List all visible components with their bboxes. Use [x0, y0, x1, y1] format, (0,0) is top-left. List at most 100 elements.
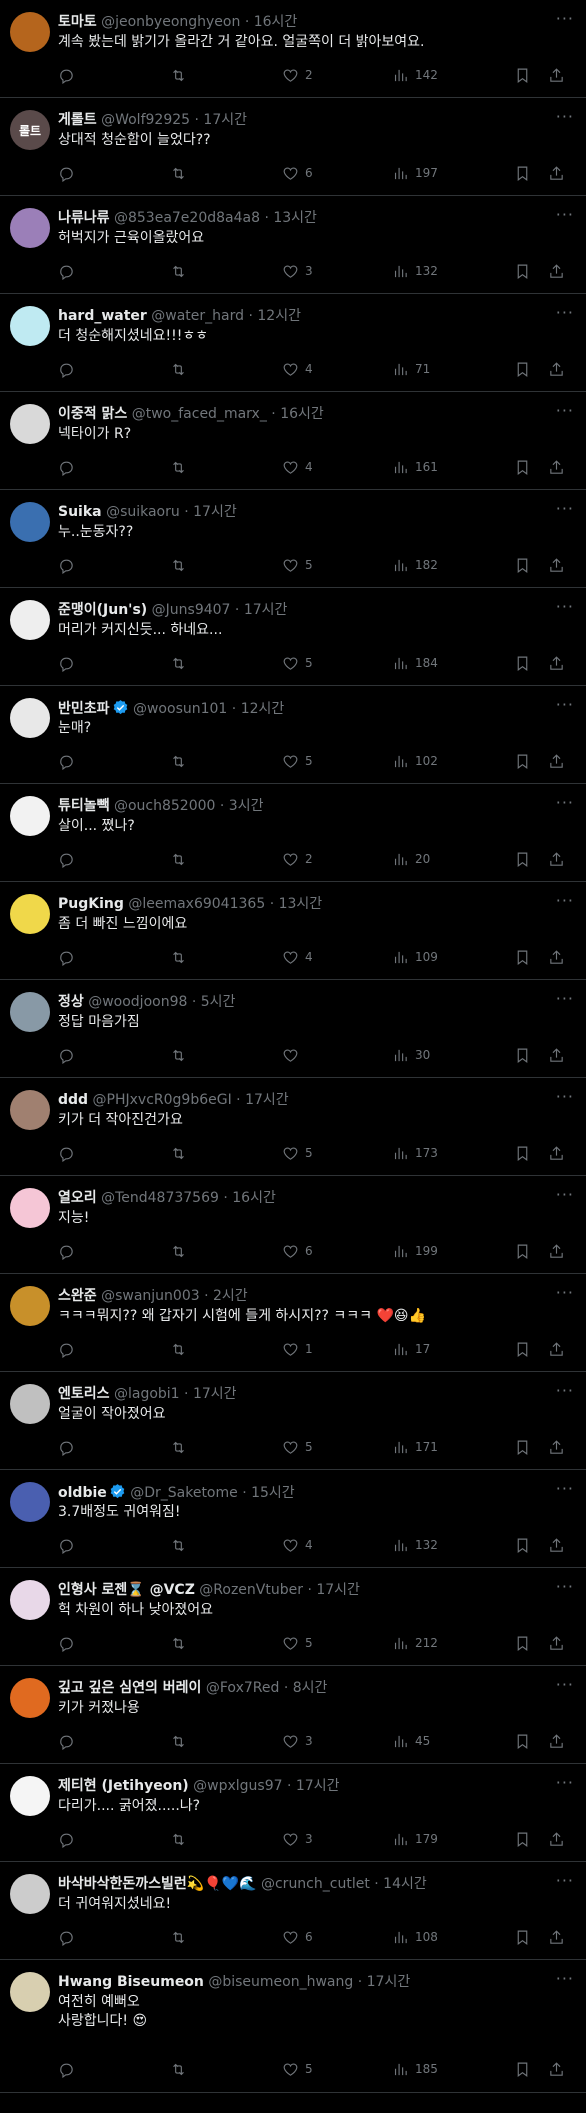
like-button[interactable]: 6 [282, 165, 392, 182]
like-button[interactable]: 5 [282, 655, 392, 672]
timestamp[interactable]: 16시간 [254, 14, 298, 30]
avatar[interactable] [10, 1188, 50, 1228]
user-handle[interactable]: @Wolf92925 [101, 112, 190, 128]
reply-tweet[interactable]: hard_water @water_hard · 12시간 ··· 더 청순해지… [0, 294, 586, 392]
share-button[interactable] [548, 1929, 570, 1946]
timestamp[interactable]: 17시간 [296, 1778, 340, 1794]
share-button[interactable] [548, 949, 570, 966]
views-button[interactable]: 161 [392, 459, 514, 476]
views-button[interactable]: 184 [392, 655, 514, 672]
bookmark-button[interactable] [514, 949, 548, 966]
retweet-button[interactable] [170, 1929, 282, 1946]
bookmark-button[interactable] [514, 753, 548, 770]
retweet-button[interactable] [170, 949, 282, 966]
user-handle[interactable]: @ouch852000 [114, 798, 215, 814]
timestamp[interactable]: 17시간 [245, 1092, 289, 1108]
avatar[interactable] [10, 306, 50, 346]
reply-button[interactable] [58, 1537, 170, 1554]
user-handle[interactable]: @wpxlgus97 [193, 1778, 282, 1794]
more-options-icon[interactable]: ··· [556, 891, 574, 910]
avatar[interactable] [10, 600, 50, 640]
reply-button[interactable] [58, 1145, 170, 1162]
user-handle[interactable]: @biseumeon_hwang [208, 1974, 353, 1990]
like-button[interactable]: 3 [282, 1733, 392, 1750]
retweet-button[interactable] [170, 1341, 282, 1358]
like-button[interactable]: 3 [282, 263, 392, 280]
views-button[interactable]: 132 [392, 263, 514, 280]
user-handle[interactable]: @Juns9407 [152, 602, 231, 618]
share-button[interactable] [548, 1047, 570, 1064]
display-name[interactable]: 스완준 [58, 1288, 97, 1304]
more-options-icon[interactable]: ··· [556, 1871, 574, 1890]
views-button[interactable]: 30 [392, 1047, 514, 1064]
user-handle[interactable]: @lagobi1 [114, 1386, 180, 1402]
retweet-button[interactable] [170, 459, 282, 476]
more-options-icon[interactable]: ··· [556, 793, 574, 812]
reply-tweet[interactable]: PugKing @leemax69041365 · 13시간 ··· 좀 더 빠… [0, 882, 586, 980]
more-options-icon[interactable]: ··· [556, 205, 574, 224]
retweet-button[interactable] [170, 753, 282, 770]
retweet-button[interactable] [170, 1537, 282, 1554]
reply-button[interactable] [58, 263, 170, 280]
reply-tweet[interactable]: 열오리 @Tend48737569 · 16시간 ··· 지능! 6 199 [0, 1176, 586, 1274]
timestamp[interactable]: 17시간 [193, 504, 237, 520]
retweet-button[interactable] [170, 1145, 282, 1162]
timestamp[interactable]: 5시간 [201, 994, 236, 1010]
avatar[interactable] [10, 1090, 50, 1130]
bookmark-button[interactable] [514, 655, 548, 672]
display-name[interactable]: 깊고 깊은 심연의 버레이 [58, 1680, 201, 1696]
more-options-icon[interactable]: ··· [556, 499, 574, 518]
display-name[interactable]: 나류나류 [58, 210, 110, 226]
share-button[interactable] [548, 655, 570, 672]
bookmark-button[interactable] [514, 557, 548, 574]
retweet-button[interactable] [170, 655, 282, 672]
reply-button[interactable] [58, 1439, 170, 1456]
user-handle[interactable]: @Fox7Red [206, 1680, 279, 1696]
reply-tweet[interactable]: ddd @PHJxvcR0g9b6eGI · 17시간 ··· 키가 더 작아진… [0, 1078, 586, 1176]
reply-button[interactable] [58, 1047, 170, 1064]
reply-button[interactable] [58, 2061, 170, 2078]
bookmark-button[interactable] [514, 2061, 548, 2078]
reply-button[interactable] [58, 459, 170, 476]
like-button[interactable] [282, 1047, 392, 1064]
avatar[interactable] [10, 894, 50, 934]
timestamp[interactable]: 16시간 [232, 1190, 276, 1206]
avatar[interactable] [10, 208, 50, 248]
avatar[interactable] [10, 1678, 50, 1718]
more-options-icon[interactable]: ··· [556, 1185, 574, 1204]
views-button[interactable]: 197 [392, 165, 514, 182]
reply-button[interactable] [58, 557, 170, 574]
user-handle[interactable]: @jeonbyeonghyeon [101, 14, 240, 30]
more-options-icon[interactable]: ··· [556, 401, 574, 420]
user-handle[interactable]: @leemax69041365 [128, 896, 265, 912]
user-handle[interactable]: @water_hard [151, 308, 244, 324]
views-button[interactable]: 142 [392, 67, 514, 84]
retweet-button[interactable] [170, 851, 282, 868]
reply-button[interactable] [58, 851, 170, 868]
views-button[interactable]: 199 [392, 1243, 514, 1260]
share-button[interactable] [548, 2061, 570, 2078]
bookmark-button[interactable] [514, 67, 548, 84]
like-button[interactable]: 5 [282, 1145, 392, 1162]
retweet-button[interactable] [170, 1047, 282, 1064]
like-button[interactable]: 4 [282, 361, 392, 378]
user-handle[interactable]: @crunch_cutlet [261, 1876, 370, 1892]
reply-button[interactable] [58, 165, 170, 182]
display-name[interactable]: 이중적 맑스 [58, 406, 127, 422]
share-button[interactable] [548, 753, 570, 770]
reply-button[interactable] [58, 1635, 170, 1652]
user-handle[interactable]: @suikaoru [106, 504, 180, 520]
views-button[interactable]: 17 [392, 1341, 514, 1358]
display-name[interactable]: 튜티놀빽 [58, 798, 110, 814]
views-button[interactable]: 179 [392, 1831, 514, 1848]
share-button[interactable] [548, 67, 570, 84]
reply-tweet[interactable]: 인형사 로젠⌛ @VCZ @RozenVtuber · 17시간 ··· 헉 차… [0, 1568, 586, 1666]
reply-button[interactable] [58, 1929, 170, 1946]
retweet-button[interactable] [170, 2061, 282, 2078]
timestamp[interactable]: 13시간 [273, 210, 317, 226]
share-button[interactable] [548, 1145, 570, 1162]
avatar[interactable]: 롤트 [10, 110, 50, 150]
avatar[interactable] [10, 796, 50, 836]
timestamp[interactable]: 17시간 [244, 602, 288, 618]
share-button[interactable] [548, 1831, 570, 1848]
